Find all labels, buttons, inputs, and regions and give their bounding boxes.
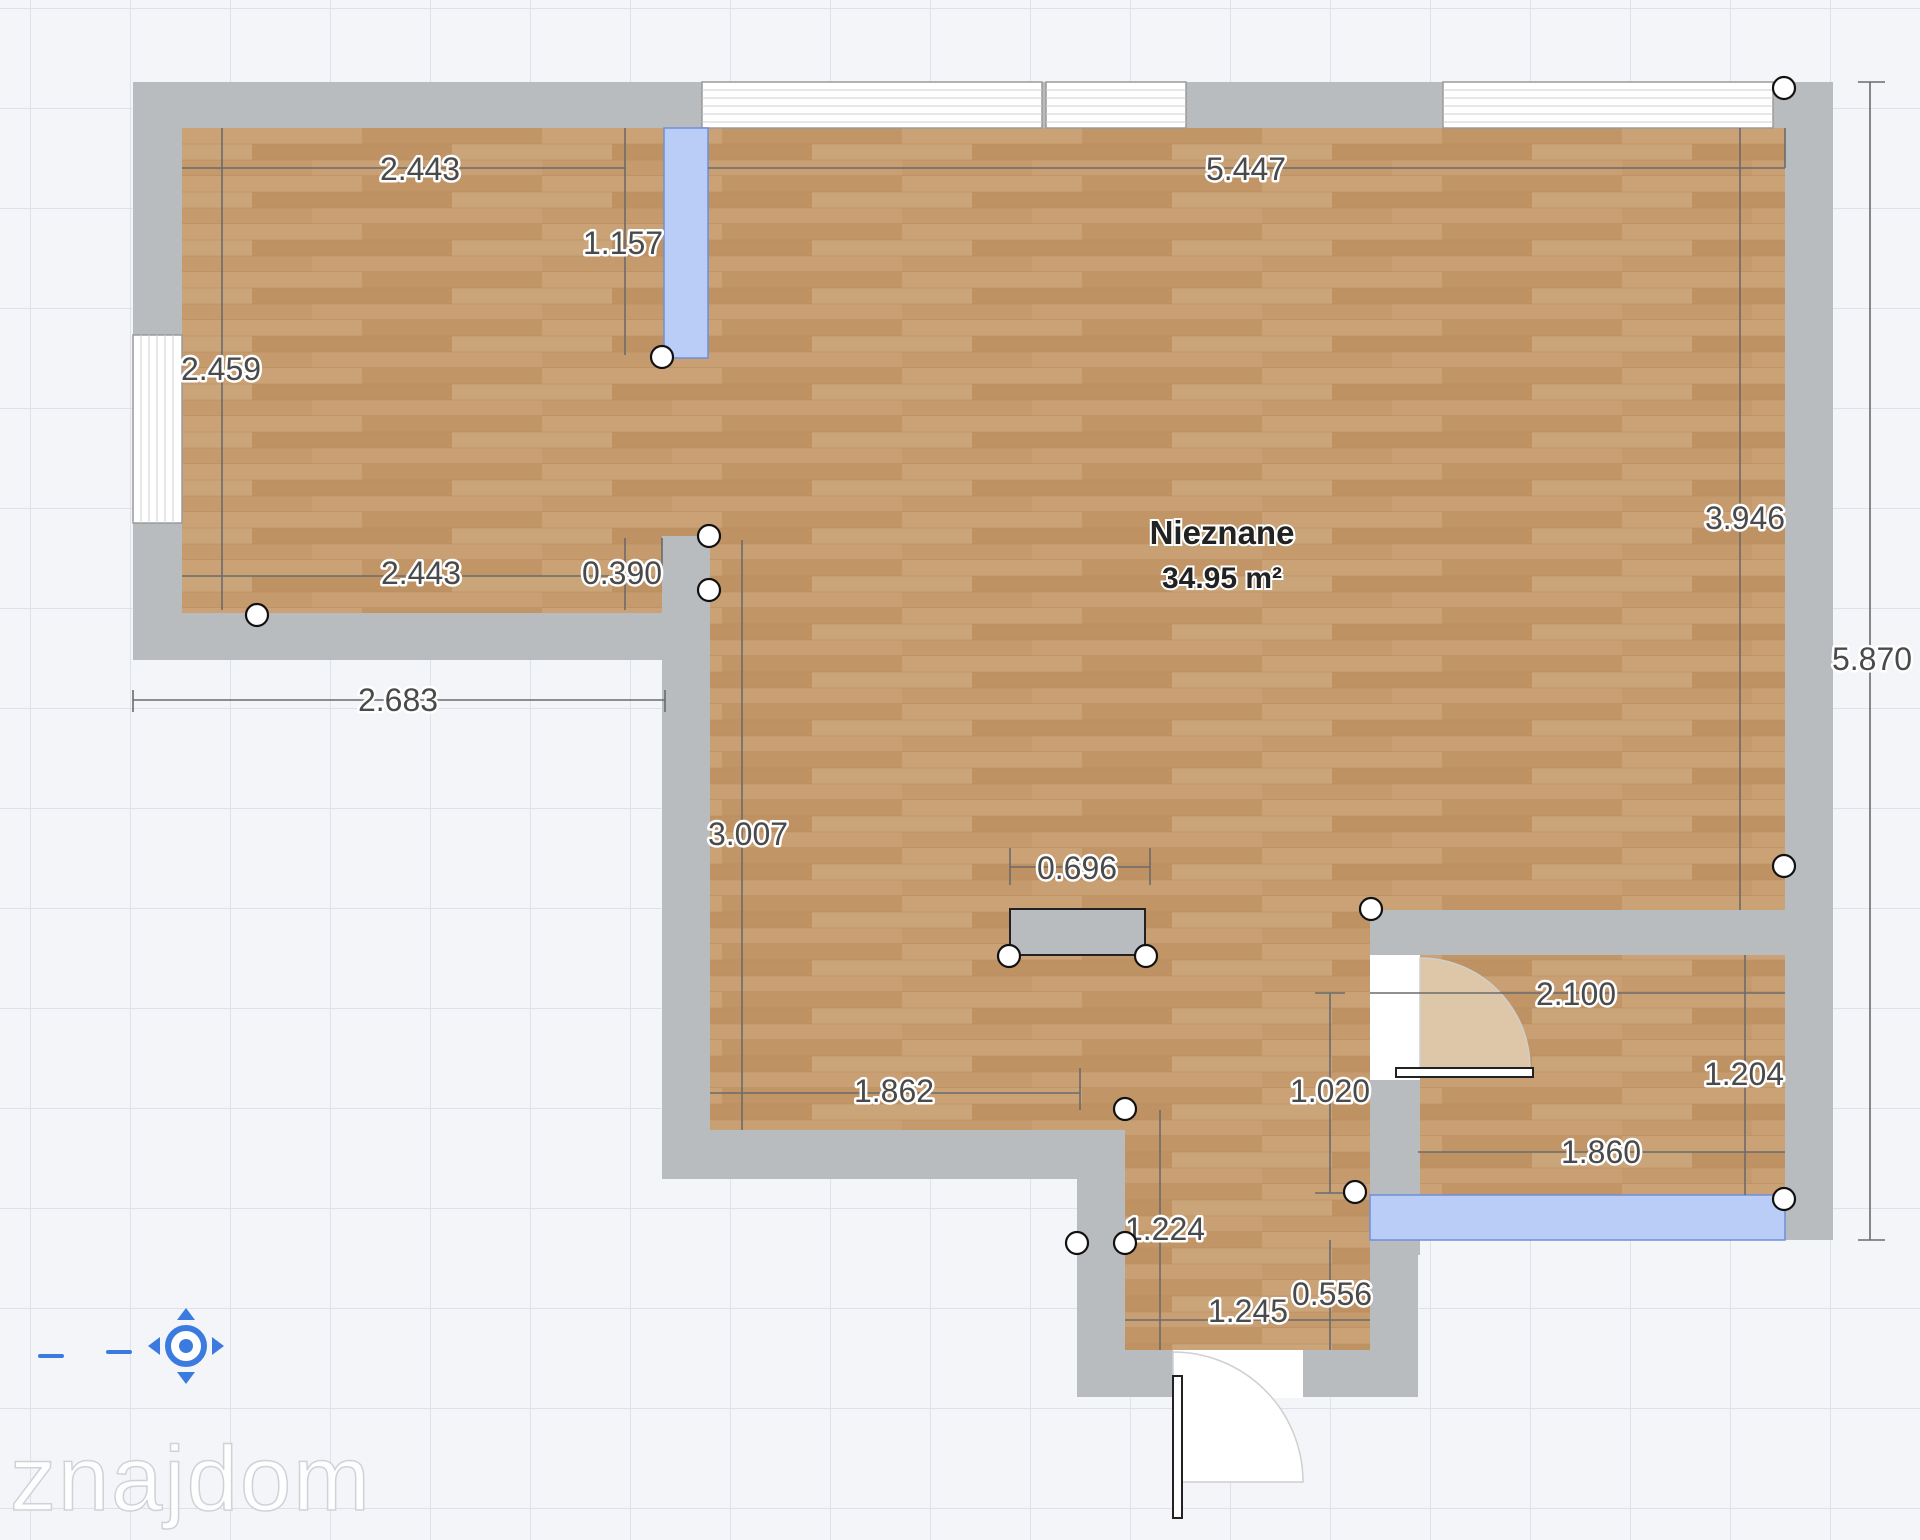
kitchen-island[interactable]: [1009, 908, 1146, 956]
left-window[interactable]: [132, 334, 183, 524]
vertex-handle[interactable]: [1112, 1096, 1138, 1122]
vertex-handle[interactable]: [649, 344, 675, 370]
dim-outer-height: 5.870: [1832, 641, 1912, 677]
dim-island-width: 0.696: [1037, 850, 1117, 886]
dim-bathroom-height: 1.204: [1704, 1056, 1784, 1092]
vertex-handle[interactable]: [1771, 853, 1797, 879]
dim-partition-height: 1.157: [583, 225, 663, 261]
room-area: 34.95 m²: [1162, 562, 1282, 595]
watermark-logo: znajdom: [10, 1428, 372, 1530]
vertex-handle[interactable]: [696, 577, 722, 603]
dim-right-height: 3.946: [1705, 500, 1785, 536]
glass-partition-bathroom[interactable]: [1369, 1194, 1786, 1241]
dim-corridor-height: 1.020: [1290, 1073, 1370, 1109]
dim-entry-side: 0.556: [1292, 1276, 1372, 1312]
bathroom-door-leaf[interactable]: [1395, 1067, 1534, 1078]
bathroom-doorway: [1370, 955, 1420, 1080]
entrance-door-leaf[interactable]: [1172, 1375, 1183, 1519]
dim-top-right-width: 5.447: [1206, 151, 1286, 187]
vertex-handle[interactable]: [1112, 1230, 1138, 1256]
vertex-handle[interactable]: [1358, 896, 1384, 922]
dim-step-width: 0.390: [582, 555, 662, 591]
glass-partition-vertical[interactable]: [663, 127, 709, 359]
vertex-handle[interactable]: [1771, 1186, 1797, 1212]
floor-plan-canvas[interactable]: 2.443 5.447 1.157 2.459 3.946 2.443 0.39…: [0, 0, 1920, 1540]
vertex-handle[interactable]: [996, 943, 1022, 969]
dim-bottom-width: 1.862: [854, 1073, 934, 1109]
vertex-handle[interactable]: [1771, 75, 1797, 101]
vertex-handle[interactable]: [1064, 1230, 1090, 1256]
vertex-handle[interactable]: [696, 523, 722, 549]
vertex-handle[interactable]: [244, 602, 270, 628]
room-name[interactable]: Nieznane: [1148, 512, 1297, 553]
dim-outer-left-width: 2.683: [358, 682, 438, 718]
vertex-handle[interactable]: [1342, 1179, 1368, 1205]
dim-top-left-width: 2.443: [380, 151, 460, 187]
dim-inner-lower-height: 3.007: [708, 816, 788, 852]
dim-left-height: 2.459: [181, 351, 261, 387]
dim-bathroom-width-top: 2.100: [1536, 976, 1616, 1012]
dim-entry-width: 1.245: [1208, 1293, 1288, 1329]
vertex-handle[interactable]: [1133, 943, 1159, 969]
dim-bathroom-width-bottom: 1.860: [1561, 1134, 1641, 1170]
dim-lower-left-width: 2.443: [381, 555, 461, 591]
